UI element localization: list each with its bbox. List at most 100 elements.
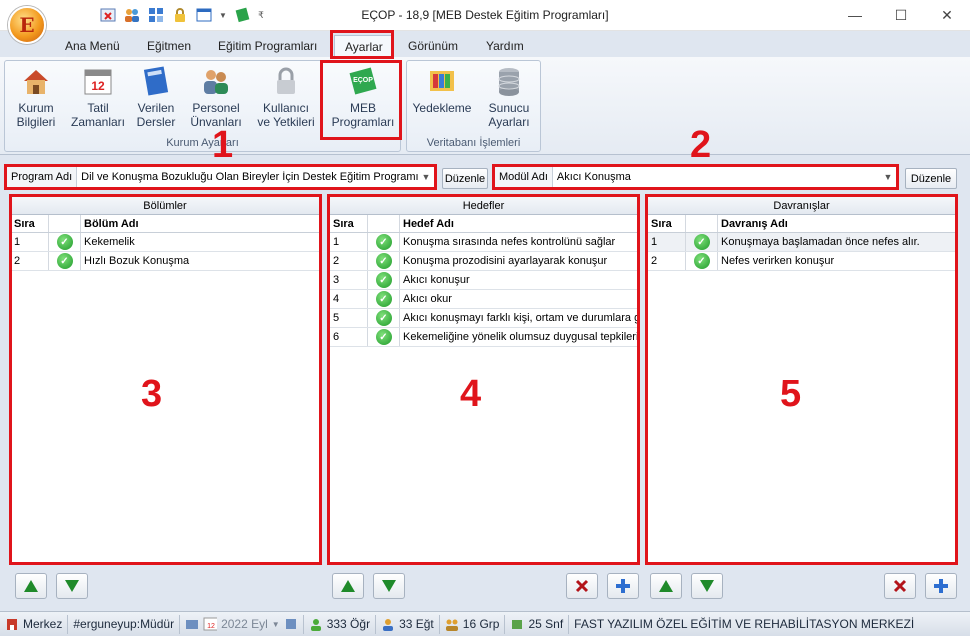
- status-institution: FAST YAZILIM ÖZEL EĞİTİM VE REHABİLİTASY…: [569, 615, 919, 634]
- table-row[interactable]: 1 ✓ Konuşmaya başlamadan önce nefes alır…: [648, 233, 955, 252]
- meb-programlari-label2: Programları: [331, 115, 395, 129]
- bolumler-panel: Bölümler Sıra Bölüm Adı 1 ✓ Kekemelik 2 …: [10, 196, 320, 563]
- davranis-delete-button[interactable]: [884, 573, 916, 599]
- tab-ana-menu[interactable]: Ana Menü: [55, 35, 130, 57]
- lock-icon: [270, 65, 302, 97]
- tab-gorunum[interactable]: Görünüm: [398, 35, 468, 57]
- app-menu-button[interactable]: E: [8, 6, 46, 44]
- tab-yardim[interactable]: Yardım: [476, 35, 534, 57]
- hedef-delete-button[interactable]: [566, 573, 598, 599]
- table-row[interactable]: 2 ✓ Hızlı Bozuk Konuşma: [11, 252, 319, 271]
- branch-icon: [7, 619, 17, 630]
- students-count: 333 Öğr: [326, 617, 371, 631]
- window-icon[interactable]: [194, 5, 214, 25]
- tatil-zamanlari-button[interactable]: 12 Tatil Zamanları: [69, 65, 127, 129]
- hedef-add-button[interactable]: [607, 573, 639, 599]
- row-sira: 1: [11, 233, 49, 251]
- personel-unvanlari-button[interactable]: Personel Ünvanları: [187, 65, 245, 129]
- refresh-icon: [186, 620, 199, 629]
- table-row[interactable]: 2 ✓ Konuşma prozodisini ayarlayarak konu…: [330, 252, 637, 271]
- kullanici-yetkileri-button[interactable]: Kullanıcı ve Yetkileri: [257, 65, 315, 129]
- tab-ayarlar[interactable]: Ayarlar: [334, 35, 394, 57]
- tab-egitim-programlari[interactable]: Eğitim Programları: [208, 35, 327, 57]
- row-sira: 4: [330, 290, 368, 308]
- verilen-dersler-button[interactable]: Verilen Dersler: [127, 65, 185, 129]
- table-row[interactable]: 2 ✓ Nefes verirken konuşur: [648, 252, 955, 271]
- sunucu-ayarlari-button[interactable]: Sunucu Ayarları: [479, 65, 539, 129]
- lock-icon[interactable]: [170, 5, 190, 25]
- chevron-down-icon[interactable]: ▼: [880, 172, 896, 182]
- customize-qat-icon[interactable]: ₹: [256, 5, 266, 25]
- hedef-move-up-button[interactable]: [332, 573, 364, 599]
- row-check-cell: ✓: [368, 309, 400, 327]
- quick-access-toolbar: ▼ ₹: [52, 5, 266, 25]
- table-row[interactable]: 1 ✓ Kekemelik: [11, 233, 319, 252]
- program-select[interactable]: Program Adı Dil ve Konuşma Bozukluğu Ola…: [6, 166, 435, 188]
- delete-icon[interactable]: [98, 5, 118, 25]
- minimize-icon[interactable]: —: [832, 0, 878, 30]
- verilen-dersler-label2: Dersler: [136, 115, 176, 129]
- row-sira: 2: [11, 252, 49, 270]
- group-icon: [445, 619, 458, 631]
- window-controls: — ☐ ✕: [832, 0, 970, 30]
- row-check-cell: ✓: [49, 252, 81, 270]
- module-select[interactable]: Modül Adı Akıcı Konuşma ▼: [494, 166, 897, 188]
- bolum-move-up-button[interactable]: [15, 573, 47, 599]
- chevron-down-icon[interactable]: ▼: [272, 620, 280, 629]
- arrow-up-icon: [341, 580, 355, 592]
- davranis-add-button[interactable]: [925, 573, 957, 599]
- house-icon: [20, 65, 52, 97]
- table-row[interactable]: 4 ✓ Akıcı okur: [330, 290, 637, 309]
- teachers-count: 33 Eğt: [399, 617, 434, 631]
- tab-egitmen[interactable]: Eğitmen: [137, 35, 201, 57]
- meb-programlari-button[interactable]: EÇOP MEB Programları: [330, 65, 396, 129]
- add-icon: [616, 579, 630, 593]
- row-sira: 2: [330, 252, 368, 270]
- book-icon[interactable]: [232, 5, 252, 25]
- status-branch[interactable]: Merkez: [0, 614, 69, 634]
- sync-icon[interactable]: [284, 617, 298, 631]
- arrow-down-icon: [700, 580, 714, 592]
- module-edit-button[interactable]: Düzenle: [905, 168, 957, 189]
- arrow-up-icon: [24, 580, 38, 592]
- close-icon[interactable]: ✕: [924, 0, 970, 30]
- grid-icon[interactable]: [146, 5, 166, 25]
- status-teachers[interactable]: 33 Eğt: [376, 614, 440, 634]
- users-icon[interactable]: [122, 5, 142, 25]
- chevron-down-icon[interactable]: ▼: [418, 172, 434, 182]
- status-bar: Merkez #ergunеyup:Müdür 12 2022 Eyl ▼ 33…: [0, 611, 970, 636]
- table-row[interactable]: 3 ✓ Akıcı konuşur: [330, 271, 637, 290]
- davranis-move-down-button[interactable]: [691, 573, 723, 599]
- bolumler-title: Bölümler: [11, 197, 319, 215]
- davranis-move-up-button[interactable]: [650, 573, 682, 599]
- kurum-bilgileri-button[interactable]: Kurum Bilgileri: [7, 65, 65, 129]
- row-check-cell: ✓: [368, 233, 400, 251]
- yedekleme-button[interactable]: Yedekleme: [411, 65, 473, 115]
- row-name: Konuşma sırasında nefes kontrolünü sağla…: [403, 236, 616, 248]
- veritabani-group-label: Veritabanı İşlemleri: [426, 137, 521, 149]
- check-circle-icon: ✓: [693, 253, 710, 269]
- delete-icon: [893, 579, 907, 593]
- table-row[interactable]: 5 ✓ Akıcı konuşmayı farklı kişi, ortam v…: [330, 309, 637, 328]
- table-row[interactable]: 1 ✓ Konuşma sırasında nefes kontrolünü s…: [330, 233, 637, 252]
- book-icon: [140, 65, 172, 97]
- status-students[interactable]: 333 Öğr: [304, 614, 377, 634]
- status-groups[interactable]: 16 Grp: [440, 614, 506, 634]
- sunucu-ayarlari-label2: Ayarları: [488, 115, 530, 129]
- maximize-icon[interactable]: ☐: [878, 0, 924, 30]
- row-sira: 3: [330, 271, 368, 289]
- bolum-move-down-button[interactable]: [56, 573, 88, 599]
- col-check: [686, 215, 718, 232]
- hedef-move-down-button[interactable]: [373, 573, 405, 599]
- tatil-zamanlari-label2: Zamanları: [70, 115, 126, 129]
- database-icon: [493, 65, 525, 97]
- ribbon: Kurum Bilgileri 12 Tatil Zamanları Veril…: [0, 57, 970, 155]
- program-edit-button[interactable]: Düzenle: [442, 168, 488, 189]
- row-check-cell: ✓: [368, 271, 400, 289]
- status-period[interactable]: 12 2022 Eyl ▼: [180, 614, 304, 634]
- table-row[interactable]: 6 ✓ Kekemeliğine yönelik olumsuz duygusa…: [330, 328, 637, 347]
- yedekleme-label1: Yedekleme: [412, 101, 472, 115]
- status-classes[interactable]: 25 Snf: [505, 614, 570, 634]
- arrow-down-icon: [382, 580, 396, 592]
- qat-dropdown-icon[interactable]: ▼: [218, 5, 228, 25]
